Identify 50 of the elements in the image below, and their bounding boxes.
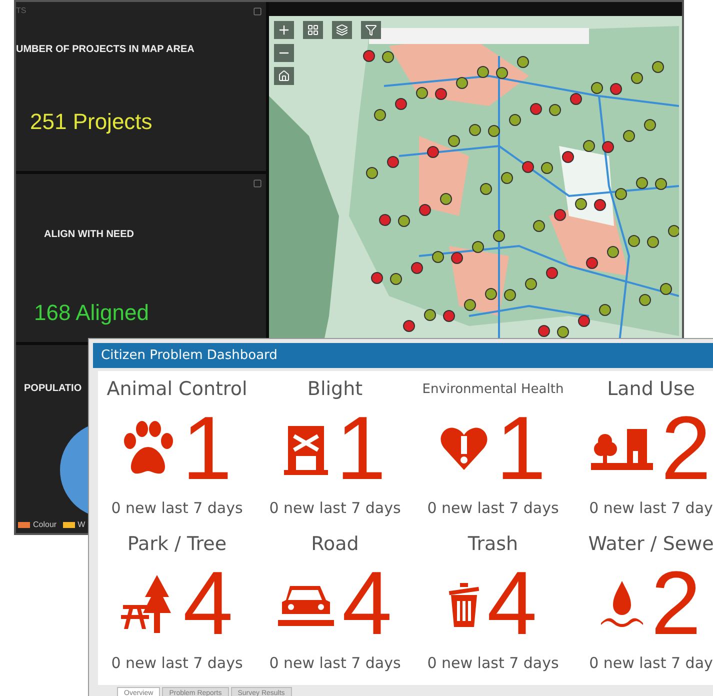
- grid-icon: [307, 24, 319, 36]
- tile-label: Trash: [468, 532, 518, 557]
- panel-title: UMBER OF PROJECTS IN MAP AREA: [16, 44, 194, 55]
- tile-label: Road: [311, 532, 359, 557]
- restore-icon[interactable]: [253, 7, 262, 16]
- trash-can-icon: [448, 581, 479, 627]
- tile-label: Environmental Health: [422, 380, 564, 398]
- tile-label: Park / Tree: [127, 532, 227, 557]
- tile-note: 0 new last 7 day: [589, 499, 713, 517]
- tile-count: 1: [336, 404, 386, 494]
- panel-title: ALIGN WITH NEED: [44, 228, 134, 240]
- layers-icon: [336, 24, 348, 36]
- tile-note: 0 new last 7 day: [589, 654, 713, 672]
- tile-count: 1: [182, 404, 232, 494]
- home-button[interactable]: [274, 67, 294, 85]
- layers-button[interactable]: [332, 21, 352, 39]
- indicator-value: 168 Aligned: [34, 300, 149, 326]
- legend-item: W: [62, 520, 86, 529]
- zoom-in-button[interactable]: [274, 21, 294, 39]
- window-title: Citizen Problem Dashboard: [93, 343, 713, 368]
- tile-note: 0 new last 7 days: [269, 499, 401, 517]
- legend-item: Colour: [18, 520, 57, 529]
- tile-count: 4: [342, 559, 392, 649]
- restore-icon[interactable]: [253, 178, 262, 188]
- tile-count: 2: [650, 559, 702, 649]
- grid-button[interactable]: [303, 21, 323, 39]
- home-icon: [278, 70, 290, 82]
- tile-label: Animal Control: [106, 377, 248, 402]
- tile-note: 0 new last 7 days: [111, 499, 243, 517]
- tree-and-building-icon: [590, 427, 653, 471]
- tile-count: 4: [486, 559, 538, 649]
- panel-title: POPULATIO: [24, 383, 82, 394]
- indicator-value: 251 Projects: [30, 109, 152, 135]
- plus-icon: [277, 23, 291, 37]
- filter-icon: [365, 24, 377, 36]
- water-drop-icon: [600, 581, 643, 627]
- zoom-out-button[interactable]: [274, 44, 294, 62]
- tile-note: 0 new last 7 days: [111, 654, 243, 672]
- tile-note: 0 new last 7 days: [269, 654, 401, 672]
- tile-count: 4: [182, 559, 234, 649]
- tile-label: Land Use: [607, 377, 695, 402]
- tile-count: 1: [496, 404, 546, 494]
- tile-label: Blight: [307, 377, 363, 402]
- tile-label: Water / Sewe: [588, 532, 713, 557]
- panel-header: TS: [16, 5, 26, 15]
- tile-count: 2: [660, 404, 712, 494]
- tile-note: 0 new last 7 days: [427, 654, 559, 672]
- filter-button[interactable]: [361, 21, 381, 39]
- tile-note: 0 new last 7 days: [427, 499, 559, 517]
- heart-alert-icon: [440, 426, 488, 472]
